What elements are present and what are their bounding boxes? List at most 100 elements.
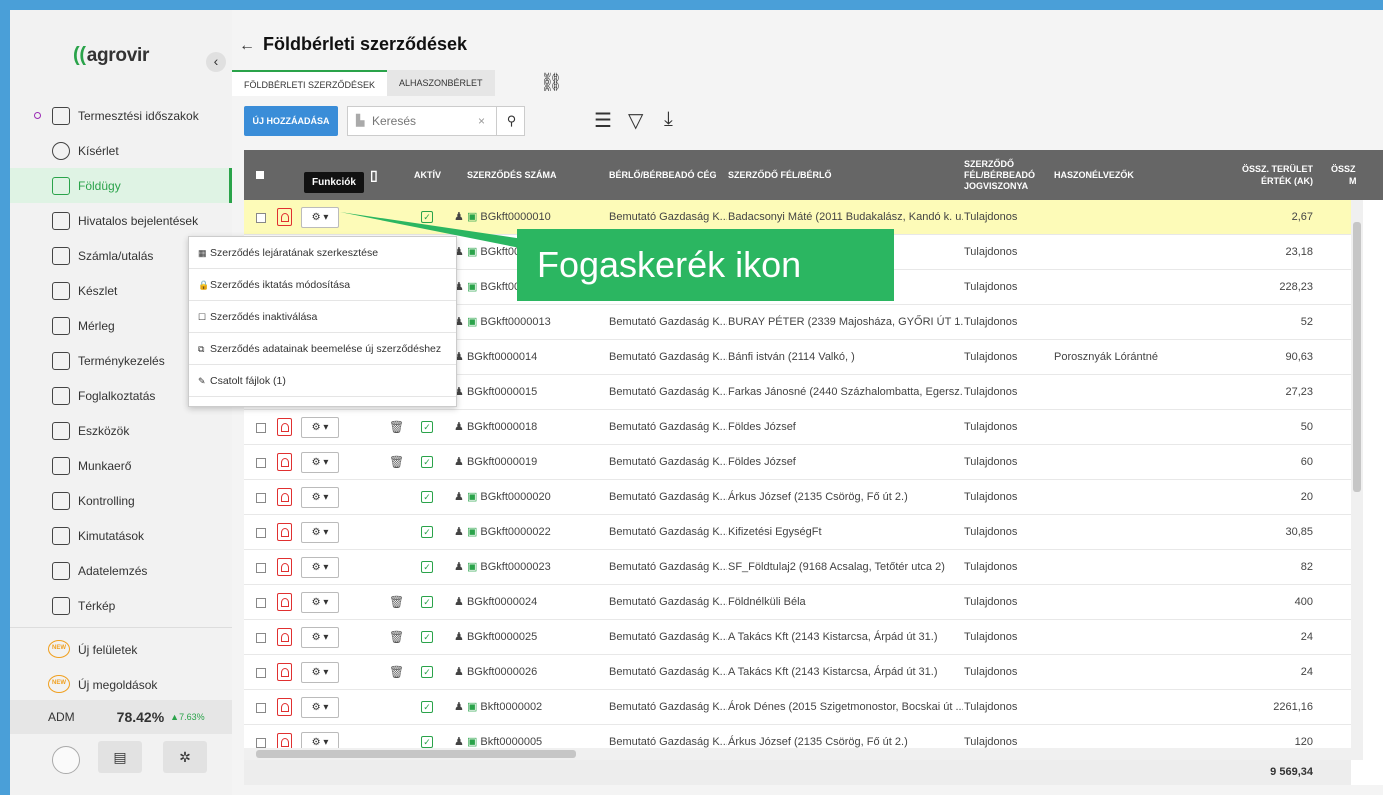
table-row[interactable]: ⚙ ▾ 🗑 ✓ ♟ BGkft0000024 Bemutató Gazdaság K..… <box>244 585 1351 620</box>
link-icon[interactable]: ⛓ <box>540 72 563 93</box>
menu-item-1[interactable]: 🔒Szerződés iktatás módosítása <box>189 269 456 301</box>
sidebar-new-item-0[interactable]: NEW Új felületek <box>10 632 232 667</box>
download-icon[interactable]: ⤓ <box>664 108 673 131</box>
gear-dropdown-button[interactable]: ⚙ ▾ <box>301 662 339 683</box>
pdf-icon[interactable] <box>277 558 292 576</box>
row-checkbox[interactable] <box>256 703 266 713</box>
table-row[interactable]: ⚙ ▾ ✓ ♟ ▣ BGkft0000023 Bemutató Gazdaság K.… <box>244 550 1351 585</box>
sidebar-item-13[interactable]: Adatelemzés <box>10 553 232 588</box>
tab-alhaszonberlet[interactable]: ALHASZONBÉRLET <box>387 70 495 96</box>
gear-dropdown-button[interactable]: ⚙ ▾ <box>301 697 339 718</box>
menu-item-3[interactable]: ⧉ Szerződés adatainak beemelése új szerző… <box>189 333 456 365</box>
row-checkbox[interactable] <box>256 458 266 468</box>
menu-item-4[interactable]: ✎ Csatolt fájlok (1) <box>189 365 456 397</box>
col-ossz[interactable]: ÖSSZ M <box>1331 150 1357 200</box>
gear-dropdown-button[interactable]: ⚙ ▾ <box>301 522 339 543</box>
col-jogviszony[interactable]: SZERZŐDŐ FÉL/BÉRBEADÓ JOGVISZONYA <box>964 150 1035 200</box>
row-checkbox[interactable] <box>256 423 266 433</box>
vertical-scrollbar[interactable] <box>1351 200 1363 760</box>
col-aktiv[interactable]: AKTÍV <box>414 150 441 200</box>
contract-number[interactable]: ♟ ▣ BGkft0000023 <box>454 550 604 585</box>
col-szerzodo-fel[interactable]: SZERZŐDŐ FÉL/BÉRLŐ <box>728 150 832 200</box>
col-ossz-terulet[interactable]: ÖSSZ. TERÜLET ÉRTÉK (AK) <box>1229 150 1313 200</box>
col-berlo-ceg[interactable]: BÉRLŐ/BÉRBEADÓ CÉG <box>609 150 717 200</box>
vertical-scroll-thumb[interactable] <box>1353 222 1361 492</box>
gear-dropdown-button[interactable]: ⚙ ▾ <box>301 452 339 473</box>
pdf-icon[interactable] <box>277 418 292 436</box>
row-checkbox[interactable] <box>256 598 266 608</box>
row-checkbox[interactable] <box>256 563 266 573</box>
settings-gear-icon[interactable]: ✲ <box>163 741 207 773</box>
contract-number[interactable]: ♟ BGkft0000024 <box>454 585 604 620</box>
col-haszonelvezok[interactable]: HASZONÉLVEZŐK <box>1054 150 1134 200</box>
gear-dropdown-button[interactable]: ⚙ ▾ <box>301 417 339 438</box>
gear-dropdown-button[interactable]: ⚙ ▾ <box>301 487 339 508</box>
trash-icon[interactable]: 🗑 <box>389 445 404 480</box>
back-arrow-icon[interactable]: ← <box>239 37 255 55</box>
horizontal-scrollbar[interactable] <box>244 748 1351 760</box>
search-input[interactable] <box>372 113 482 129</box>
col-szerzodes-szama[interactable]: SZERZŐDÉS SZÁMA <box>467 150 557 200</box>
sidebar-new-item-1[interactable]: NEW Új megoldások <box>10 667 232 702</box>
sidebar-item-9[interactable]: Eszközök <box>10 413 232 448</box>
collapse-sidebar-button[interactable]: ‹ <box>206 52 226 72</box>
contract-number[interactable]: ♟ BGkft0000026 <box>454 655 604 690</box>
sidebar-item-10[interactable]: Munkaerő <box>10 448 232 483</box>
pdf-icon[interactable] <box>277 523 292 541</box>
contract-number[interactable]: ♟ ▣ Bkft0000002 <box>454 690 604 725</box>
menu-item-2[interactable]: ☐ Szerződés inaktiválása <box>189 301 456 333</box>
pdf-icon[interactable] <box>277 488 292 506</box>
contract-number[interactable]: ♟ BGkft0000025 <box>454 620 604 655</box>
gear-dropdown-button[interactable]: ⚙ ▾ <box>301 627 339 648</box>
avatar-icon[interactable] <box>52 746 80 774</box>
trash-icon[interactable]: 🗑 <box>389 620 404 655</box>
sidebar-item-3[interactable]: Hivatalos bejelentések <box>10 203 232 238</box>
row-checkbox[interactable] <box>256 668 266 678</box>
table-row[interactable]: ⚙ ▾ 🗑 ✓ ♟ BGkft0000019 Bemutató Gazdaság K..… <box>244 445 1351 480</box>
sidebar-item-14[interactable]: Térkép <box>10 588 232 623</box>
search-button[interactable]: ⚲ <box>496 107 526 135</box>
table-row[interactable]: ⚙ ▾ 🗑 ✓ ♟ BGkft0000026 Bemutató Gazdaság K..… <box>244 655 1351 690</box>
clear-search-icon[interactable]: × <box>478 114 485 128</box>
row-checkbox[interactable] <box>256 738 266 748</box>
contract-number[interactable]: ♟ BGkft0000015 <box>454 375 604 410</box>
sidebar-item-11[interactable]: Kontrolling <box>10 483 232 518</box>
gear-dropdown-button[interactable]: ⚙ ▾ <box>301 557 339 578</box>
contract-number[interactable]: ♟ BGkft0000014 <box>454 340 604 375</box>
table-row[interactable]: ⚙ ▾ 🗑 ✓ ♟ BGkft0000018 Bemutató Gazdaság K..… <box>244 410 1351 445</box>
horizontal-scroll-thumb[interactable] <box>256 750 576 758</box>
sidebar-item-1[interactable]: Kísérlet <box>10 133 232 168</box>
row-checkbox[interactable] <box>256 528 266 538</box>
pdf-icon[interactable] <box>277 628 292 646</box>
contract-number[interactable]: ♟ BGkft0000018 <box>454 410 604 445</box>
contract-number[interactable]: ♟ ▣ BGkft0000013 <box>454 305 604 340</box>
table-row[interactable]: ⚙ ▾ 🗑 ✓ ♟ BGkft0000025 Bemutató Gazdaság K..… <box>244 620 1351 655</box>
sidebar-item-0[interactable]: Termesztési időszakok <box>10 98 232 133</box>
table-row[interactable]: ⚙ ▾ ✓ ♟ ▣ Bkft0000002 Bemutató Gazdaság K..… <box>244 690 1351 725</box>
pdf-icon[interactable] <box>277 453 292 471</box>
pdf-icon[interactable] <box>277 663 292 681</box>
contract-number[interactable]: ♟ BGkft0000019 <box>454 445 604 480</box>
filter-icon[interactable]: ▽ <box>628 108 643 133</box>
row-checkbox[interactable] <box>256 633 266 643</box>
contract-number[interactable]: ♟ ▣ BGkft0000020 <box>454 480 604 515</box>
trash-icon[interactable]: 🗑 <box>389 655 404 690</box>
contract-number[interactable]: ♟ ▣ BGkft0000022 <box>454 515 604 550</box>
gear-dropdown-button[interactable]: ⚙ ▾ <box>301 592 339 613</box>
pdf-icon[interactable] <box>277 593 292 611</box>
gear-dropdown-button[interactable]: ⚙ ▾ <box>301 207 339 228</box>
select-all-checkbox[interactable] <box>256 150 264 200</box>
pdf-icon[interactable] <box>277 208 292 226</box>
sidebar-item-2[interactable]: Földügy <box>10 168 232 203</box>
columns-icon[interactable]: ☰ <box>594 108 612 133</box>
chat-icon[interactable]: ▤ <box>98 741 142 773</box>
pdf-icon[interactable] <box>277 698 292 716</box>
row-checkbox[interactable] <box>256 213 266 223</box>
tab-foldberleti[interactable]: FÖLDBÉRLETI SZERZŐDÉSEK <box>232 70 388 96</box>
table-row[interactable]: ⚙ ▾ ✓ ♟ ▣ BGkft0000022 Bemutató Gazdaság K.… <box>244 515 1351 550</box>
sidebar-item-12[interactable]: Kimutatások <box>10 518 232 553</box>
trash-icon[interactable]: 🗑 <box>389 410 404 445</box>
add-new-button[interactable]: ÚJ HOZZÁADÁSA <box>244 106 338 136</box>
trash-icon[interactable]: 🗑 <box>389 585 404 620</box>
row-checkbox[interactable] <box>256 493 266 503</box>
